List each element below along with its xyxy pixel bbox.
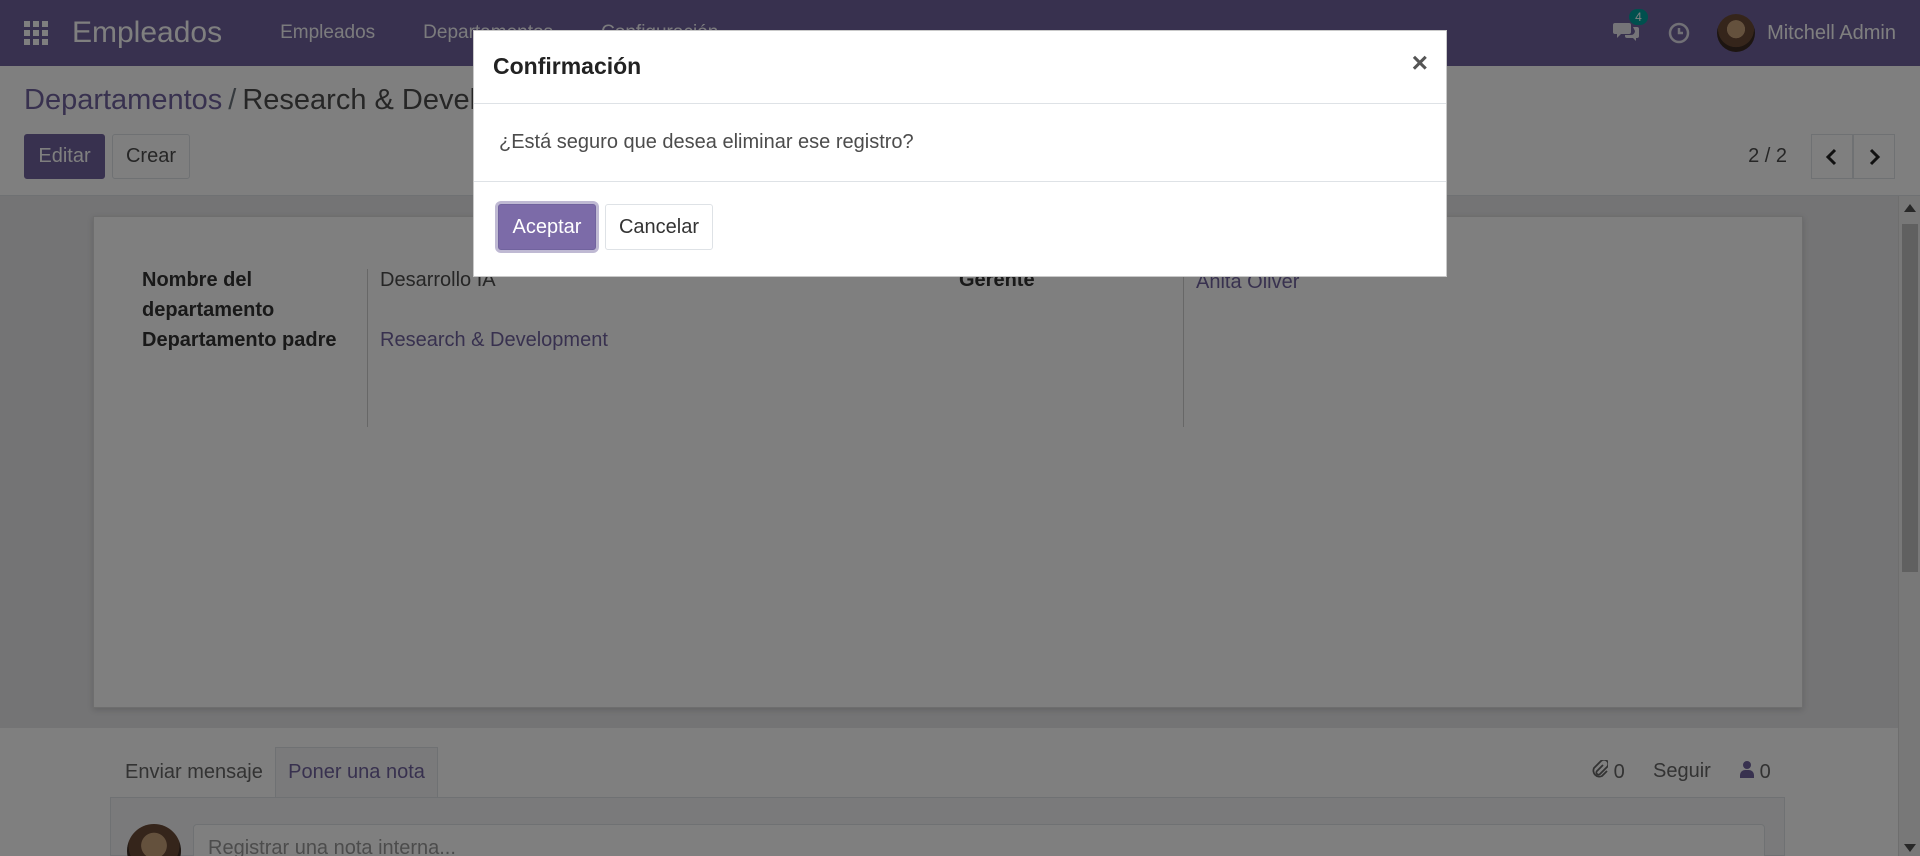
- modal-title: Confirmación: [493, 53, 642, 79]
- close-icon[interactable]: ×: [1412, 47, 1428, 79]
- modal-footer: Aceptar Cancelar: [474, 182, 1446, 277]
- modal-body: ¿Está seguro que desea eliminar ese regi…: [474, 104, 1446, 182]
- accept-button[interactable]: Aceptar: [498, 204, 596, 250]
- cancel-button[interactable]: Cancelar: [605, 204, 713, 250]
- confirmation-dialog: Confirmación × ¿Está seguro que desea el…: [473, 30, 1447, 277]
- modal-header: Confirmación ×: [474, 31, 1446, 104]
- modal-message: ¿Está seguro que desea eliminar ese regi…: [499, 131, 914, 153]
